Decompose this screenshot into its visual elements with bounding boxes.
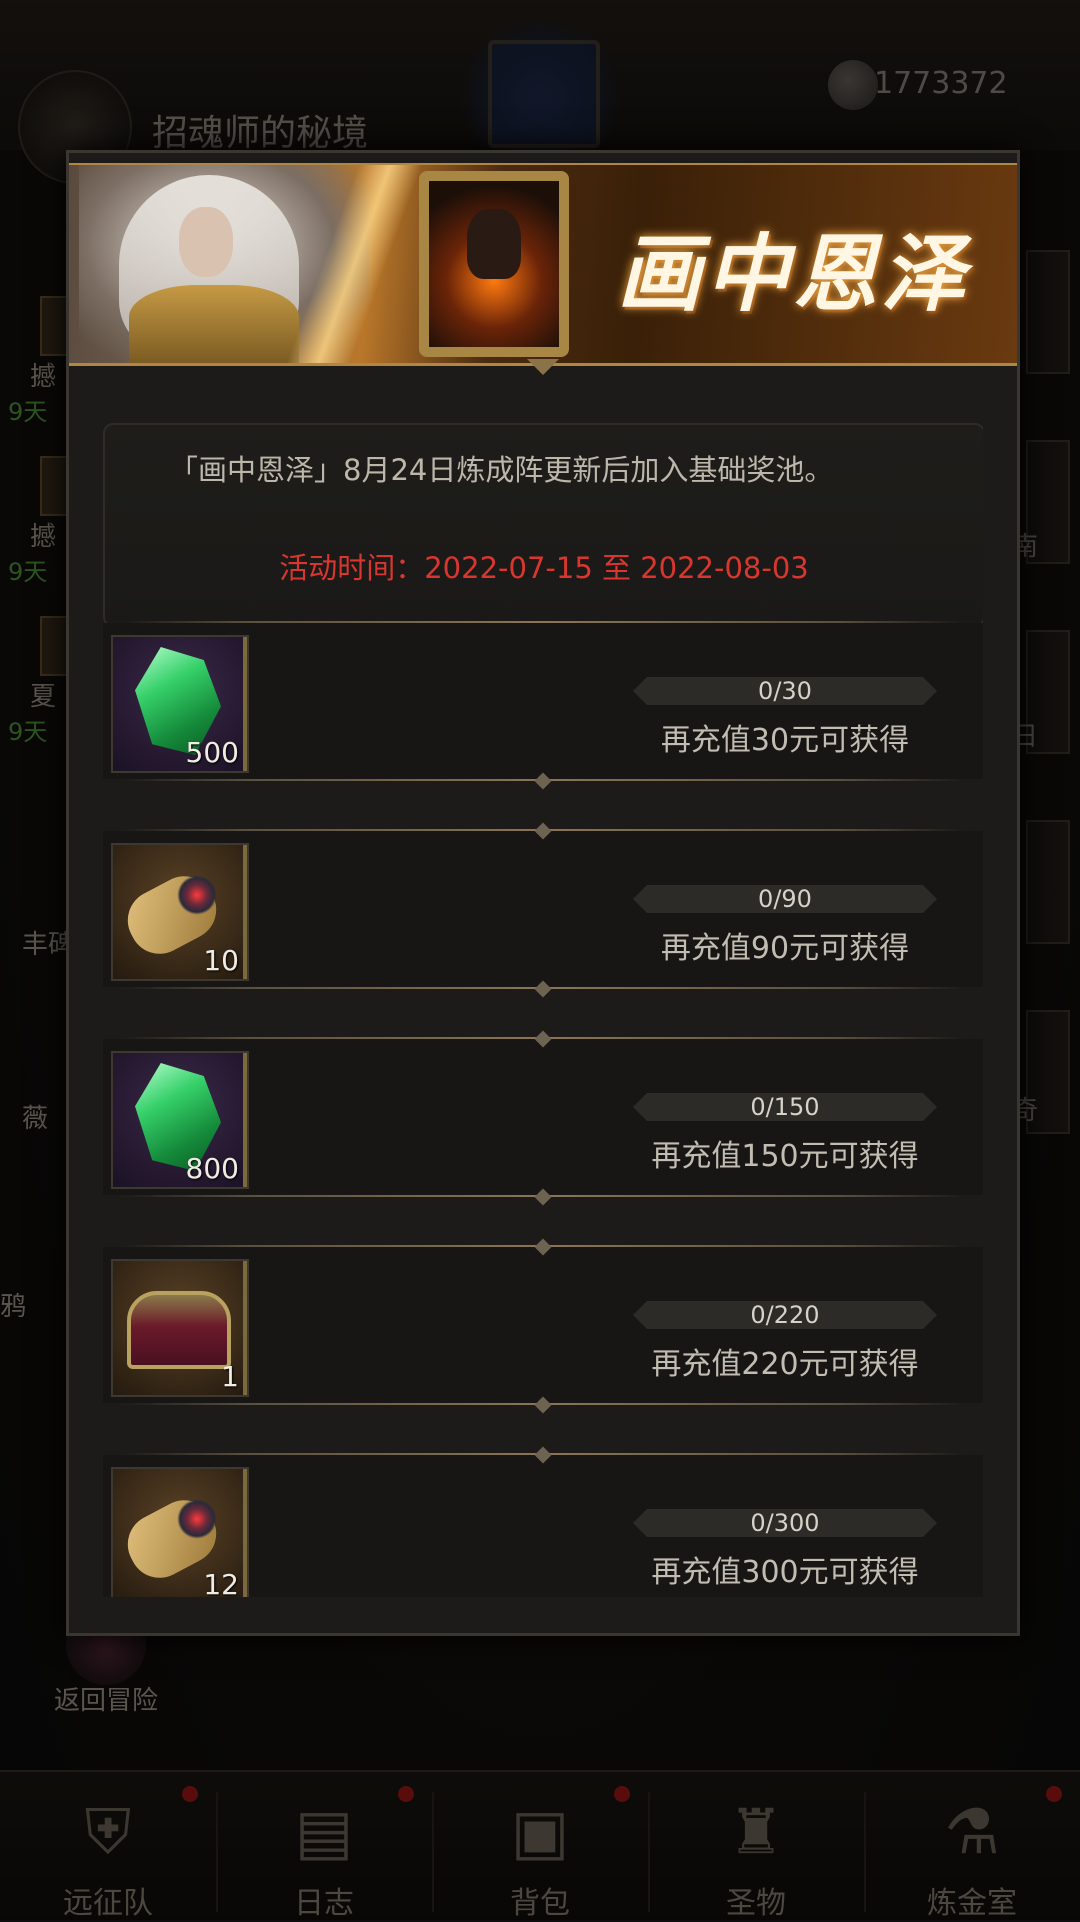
event-description: 「画中恩泽」8月24日炼成阵更新后加入基础奖池。 <box>169 453 834 487</box>
reward-row: 10 0/90 再充值90元可获得 <box>103 819 983 1027</box>
row-divider <box>123 621 963 623</box>
requirement-text: 再充值300元可获得 <box>651 1555 919 1590</box>
scroll-star <box>177 875 217 915</box>
reward-row: 500 0/30 再充值30元可获得 <box>103 611 983 819</box>
progress-text: 0/30 <box>758 677 812 705</box>
reward-item-slot[interactable]: 10 <box>111 843 249 981</box>
event-banner: 画中恩泽 <box>69 163 1017 366</box>
requirement-text: 再充值90元可获得 <box>660 931 910 966</box>
progress-bar: 0/30 <box>633 677 937 705</box>
item-count: 12 <box>203 1568 239 1597</box>
painting-frame-icon <box>419 171 569 357</box>
reward-row: 1 0/220 再充值220元可获得 <box>103 1235 983 1443</box>
progress-bar: 0/150 <box>633 1093 937 1121</box>
requirement-text: 再充值30元可获得 <box>660 723 910 758</box>
progress-bar: 0/220 <box>633 1301 937 1329</box>
banner-title: 画中恩泽 <box>617 224 970 323</box>
requirement-text: 再充值150元可获得 <box>651 1139 919 1174</box>
reward-item-slot[interactable]: 500 <box>111 635 249 773</box>
treasure-chest-icon <box>127 1291 231 1369</box>
progress-bar: 0/90 <box>633 885 937 913</box>
hero-armor <box>129 285 299 363</box>
description-frame: 「画中恩泽」8月24日炼成阵更新后加入基础奖池。 活动时间：2022-07-15… <box>103 423 983 627</box>
hero-face <box>179 207 233 277</box>
item-count: 500 <box>185 736 239 769</box>
item-count: 10 <box>203 944 239 977</box>
reward-item-slot[interactable]: 12 <box>111 1467 249 1597</box>
scroll-icon <box>117 863 227 965</box>
event-dialog: 画中恩泽 「画中恩泽」8月24日炼成阵更新后加入基础奖池。 活动时间：2022-… <box>66 150 1020 1636</box>
progress-text: 0/90 <box>758 885 812 913</box>
reward-row: 12 0/300 再充值300元可获得 <box>103 1443 983 1597</box>
requirement-text: 再充值220元可获得 <box>651 1347 919 1382</box>
item-count: 800 <box>185 1152 239 1185</box>
reward-item-slot[interactable]: 1 <box>111 1259 249 1397</box>
banner-notch <box>527 359 559 377</box>
progress-text: 0/220 <box>750 1301 820 1329</box>
reward-item-slot[interactable]: 800 <box>111 1051 249 1189</box>
scroll-icon <box>117 1487 227 1589</box>
progress-text: 0/300 <box>750 1509 820 1537</box>
demon-figure <box>467 209 521 279</box>
progress-text: 0/150 <box>750 1093 820 1121</box>
dialog-content[interactable]: 「画中恩泽」8月24日炼成阵更新后加入基础奖池。 活动时间：2022-07-15… <box>103 423 983 1597</box>
reward-row: 800 0/150 再充值150元可获得 <box>103 1027 983 1235</box>
event-time: 活动时间：2022-07-15 至 2022-08-03 <box>279 551 809 585</box>
item-count: 1 <box>221 1360 239 1393</box>
scroll-star <box>177 1499 217 1539</box>
progress-bar: 0/300 <box>633 1509 937 1537</box>
